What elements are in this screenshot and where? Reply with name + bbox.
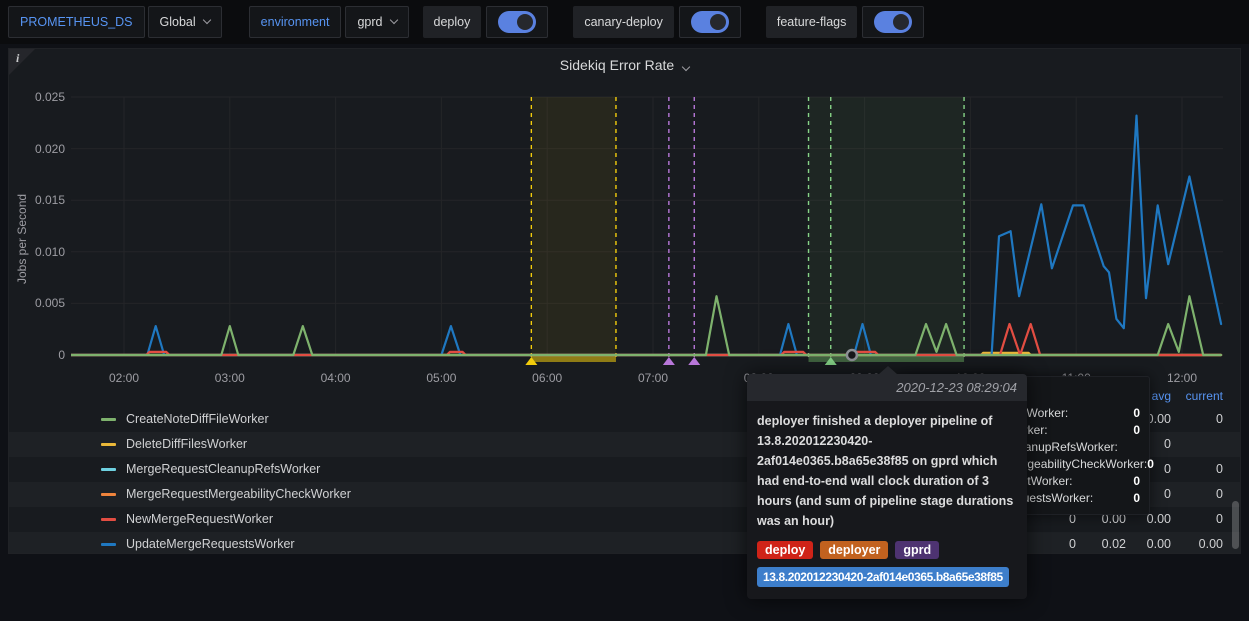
legend-series-name[interactable]: CreateNoteDiffFileWorker: [126, 407, 269, 432]
toggle-feature-flags[interactable]: [862, 6, 924, 38]
dashboard-screen: PROMETHEUS_DS Global environment gprd de…: [0, 0, 1249, 621]
x-tick-label: 03:00: [205, 371, 255, 385]
legend-value: 0.00: [1153, 532, 1223, 554]
chevron-down-icon: [682, 63, 690, 71]
topbar-toggles: deploy canary-deploy feature-flags: [423, 6, 925, 38]
series-color-dash-icon[interactable]: [101, 443, 116, 446]
toggle-knob-icon: [517, 14, 533, 30]
legend-series-name[interactable]: MergeRequestCleanupRefsWorker: [126, 457, 320, 482]
x-tick-label: 12:00: [1157, 371, 1207, 385]
chart-svg: [71, 89, 1225, 365]
datasource-dropdown-value: Global: [160, 15, 196, 29]
annotation-tag: deployer: [820, 541, 888, 559]
hover-series-value: 0: [1133, 406, 1140, 420]
toggle-group-feature-flags: feature-flags: [766, 6, 924, 38]
legend-column-header[interactable]: current: [1153, 389, 1223, 403]
y-tick-label: 0.015: [9, 193, 65, 207]
y-tick-label: 0: [9, 348, 65, 362]
chevron-down-icon: [389, 16, 397, 24]
x-tick-label: 05:00: [416, 371, 466, 385]
annotation-tag: deploy: [757, 541, 813, 559]
environment-dropdown[interactable]: gprd: [345, 6, 408, 38]
y-tick-label: 0.025: [9, 90, 65, 104]
toggle-switch-icon[interactable]: [691, 11, 729, 33]
chart-area[interactable]: [71, 89, 1225, 365]
hover-series-value: 0: [1133, 423, 1140, 437]
legend-series-name[interactable]: UpdateMergeRequestsWorker: [126, 532, 295, 554]
annotation-tag: gprd: [895, 541, 939, 559]
series-color-dash-icon[interactable]: [101, 418, 116, 421]
hover-series-value: 0: [1133, 491, 1140, 505]
annotation-tooltip: 2020-12-23 08:29:04 deployer finished a …: [747, 374, 1027, 599]
y-tick-label: 0.005: [9, 296, 65, 310]
y-tick-label: 0.010: [9, 245, 65, 259]
legend-scrollbar[interactable]: [1232, 501, 1239, 549]
toggle-canary-deploy[interactable]: [679, 6, 741, 38]
toggle-label-canary-deploy: canary-deploy: [573, 6, 674, 38]
annotation-text: deployer finished a deployer pipeline of…: [757, 411, 1017, 531]
x-tick-label: 02:00: [99, 371, 149, 385]
x-tick-label: 07:00: [628, 371, 678, 385]
environment-dropdown-value: gprd: [357, 15, 382, 29]
datasource-button[interactable]: PROMETHEUS_DS: [8, 6, 145, 38]
panel-title-text: Sidekiq Error Rate: [560, 57, 674, 73]
legend-value: 0: [1153, 482, 1223, 507]
tooltip-caret-icon: [879, 366, 897, 374]
hover-series-value: 0: [1133, 474, 1140, 488]
toggle-group-canary-deploy: canary-deploy: [573, 6, 741, 38]
toggle-knob-icon: [710, 14, 726, 30]
toggle-knob-icon: [893, 14, 909, 30]
y-tick-label: 0.020: [9, 142, 65, 156]
chevron-down-icon: [202, 16, 210, 24]
legend-series-name[interactable]: DeleteDiffFilesWorker: [126, 432, 247, 457]
series-color-dash-icon[interactable]: [101, 468, 116, 471]
legend-value: 0: [1153, 507, 1223, 532]
toggle-group-deploy: deploy: [423, 6, 549, 38]
environment-label[interactable]: environment: [249, 6, 342, 38]
legend-value: 0: [1153, 457, 1223, 482]
legend-series-name[interactable]: NewMergeRequestWorker: [126, 507, 273, 532]
toggle-switch-icon[interactable]: [498, 11, 536, 33]
toggle-deploy[interactable]: [486, 6, 548, 38]
toggle-label-deploy: deploy: [423, 6, 482, 38]
x-tick-label: 04:00: [311, 371, 361, 385]
hover-series-value: 0: [1147, 457, 1154, 471]
panel-title[interactable]: Sidekiq Error Rate: [9, 57, 1240, 73]
legend-row: UpdateMergeRequestsWorker00.020.000.00: [9, 532, 1240, 554]
annotation-body: deployer finished a deployer pipeline of…: [747, 401, 1027, 599]
annotation-timestamp: 2020-12-23 08:29:04: [747, 374, 1027, 401]
annotation-release-tag: 13.8.202012230420-2af014e0365.b8a65e38f8…: [757, 567, 1009, 587]
series-color-dash-icon[interactable]: [101, 518, 116, 521]
toggle-switch-icon[interactable]: [874, 11, 912, 33]
topbar: PROMETHEUS_DS Global environment gprd de…: [0, 0, 1249, 44]
toggle-label-feature-flags: feature-flags: [766, 6, 857, 38]
series-color-dash-icon[interactable]: [101, 543, 116, 546]
legend-value: 0: [1153, 407, 1223, 432]
x-tick-label: 06:00: [522, 371, 572, 385]
datasource-dropdown[interactable]: Global: [148, 6, 222, 38]
annotation-tags: deploy deployer gprd: [757, 541, 1017, 559]
legend-series-name[interactable]: MergeRequestMergeabilityCheckWorker: [126, 482, 351, 507]
series-color-dash-icon[interactable]: [101, 493, 116, 496]
